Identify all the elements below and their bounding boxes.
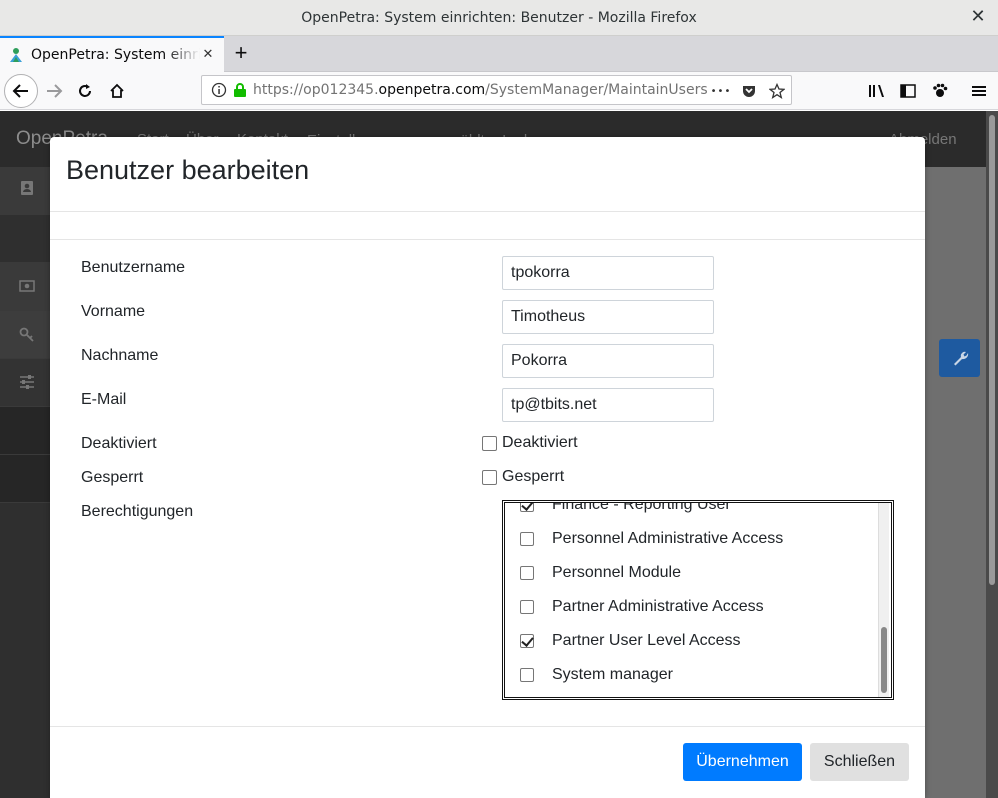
permissions-scrollbar[interactable] — [878, 503, 889, 697]
window-title: OpenPetra: System einrichten: Benutzer -… — [301, 9, 697, 26]
permission-label: Personnel Administrative Access — [552, 530, 784, 547]
app-sidebar — [0, 167, 50, 798]
permission-item[interactable]: System manager — [520, 660, 673, 690]
bookmark-star-icon[interactable] — [766, 80, 788, 102]
money-icon — [19, 280, 35, 292]
hamburger-menu-icon — [972, 86, 986, 96]
edit-user-modal: Benutzer bearbeiten Benutzername Vorname… — [50, 137, 925, 798]
firstname-label: Vorname — [81, 303, 146, 320]
email-label: E-Mail — [81, 391, 127, 408]
deactivated-label: Deaktiviert — [81, 435, 157, 452]
permission-checkbox[interactable] — [520, 668, 534, 682]
wrench-icon — [953, 351, 968, 366]
permission-item[interactable]: Partner Administrative Access — [520, 592, 764, 622]
url-text: https://op012345.openpetra.com/SystemMan… — [253, 82, 708, 98]
url-bar[interactable]: https://op012345.openpetra.com/SystemMan… — [201, 75, 792, 105]
library-button[interactable] — [862, 76, 892, 106]
tab-close-icon[interactable]: ✕ — [200, 47, 216, 63]
deactivated-checkbox[interactable] — [482, 435, 497, 451]
tab-title: OpenPetra: System einrichten: Benutzer — [31, 47, 200, 63]
info-icon[interactable] — [211, 82, 227, 98]
sidebar-item-keys[interactable] — [0, 311, 50, 359]
permission-checkbox[interactable] — [520, 503, 534, 512]
apply-button[interactable]: Übernehmen — [683, 743, 802, 781]
arrow-left-icon — [12, 84, 28, 98]
sidebar-item-finance[interactable] — [0, 263, 50, 311]
username-label: Benutzername — [81, 259, 186, 276]
page-scrollbar-thumb[interactable] — [989, 115, 995, 585]
sidebar-item-partner[interactable] — [0, 167, 50, 215]
window-titlebar: OpenPetra: System einrichten: Benutzer -… — [0, 0, 998, 36]
permission-label: Finance - Reporting User — [552, 500, 731, 513]
permission-label: Partner Administrative Access — [552, 598, 764, 615]
page-actions-icon[interactable]: ••• — [710, 80, 732, 102]
permission-item[interactable]: Partner User Level Access — [520, 626, 741, 656]
lastname-input[interactable] — [502, 344, 714, 378]
extension-button[interactable] — [925, 76, 955, 106]
modal-title: Benutzer bearbeiten — [66, 155, 310, 185]
locked-checkbox-label[interactable]: Gesperrt — [502, 468, 564, 486]
home-icon — [110, 83, 124, 98]
permission-item[interactable]: Personnel Module — [520, 558, 681, 588]
username-input[interactable] — [502, 256, 714, 290]
close-button[interactable]: Schließen — [810, 743, 909, 781]
email-input[interactable] — [502, 388, 714, 422]
sidebar-icon — [900, 84, 916, 98]
firstname-input[interactable] — [502, 300, 714, 334]
reload-button[interactable] — [70, 76, 100, 106]
permissions-label: Berechtigungen — [81, 503, 194, 520]
tab-strip: OpenPetra: System einrichten: Benutzer ✕… — [0, 36, 998, 72]
pocket-icon[interactable] — [738, 80, 760, 102]
lastname-label: Nachname — [81, 347, 159, 364]
permission-label: System manager — [552, 666, 673, 683]
address-book-icon — [21, 181, 33, 195]
home-button[interactable] — [102, 76, 132, 106]
sliders-icon — [20, 375, 34, 389]
permission-label: Partner User Level Access — [552, 632, 741, 649]
deactivated-option: Deaktiviert — [482, 434, 578, 452]
menu-button[interactable] — [964, 76, 994, 106]
lock-icon[interactable] — [233, 82, 247, 98]
sidebar-item-system[interactable] — [0, 359, 50, 407]
permission-checkbox[interactable] — [520, 634, 534, 648]
window-close-button[interactable]: ✕ — [968, 7, 988, 27]
sidebar-subitem-b[interactable] — [0, 407, 50, 455]
openpetra-favicon-icon — [10, 48, 22, 62]
library-icon — [869, 85, 884, 97]
reload-icon — [79, 84, 91, 97]
page-scrollbar[interactable] — [986, 111, 998, 798]
locked-checkbox[interactable] — [482, 469, 497, 485]
locked-option: Gesperrt — [482, 468, 564, 486]
sidebar-subitem-d[interactable] — [0, 455, 50, 503]
settings-wrench-button[interactable] — [939, 339, 980, 377]
permission-checkbox[interactable] — [520, 600, 534, 614]
permissions-list[interactable]: Finance - Reporting User Personnel Admin… — [502, 500, 894, 700]
arrow-right-icon — [47, 84, 63, 98]
permission-checkbox[interactable] — [520, 532, 534, 546]
sidebar-toggle-button[interactable] — [893, 76, 923, 106]
modal-footer-divider — [50, 726, 925, 727]
permission-label: Personnel Module — [552, 564, 681, 581]
permission-item[interactable]: Personnel Administrative Access — [520, 524, 783, 554]
modal-header-divider — [50, 211, 925, 212]
deactivated-checkbox-label[interactable]: Deaktiviert — [502, 434, 578, 452]
permissions-scrollbar-thumb[interactable] — [881, 627, 887, 693]
browser-tab-active[interactable]: OpenPetra: System einrichten: Benutzer ✕ — [0, 36, 224, 72]
paw-extension-icon — [933, 83, 948, 97]
modal-body-divider — [50, 239, 925, 240]
back-button[interactable] — [4, 74, 38, 108]
sidebar-item-blank[interactable] — [0, 215, 50, 263]
key-icon — [19, 327, 34, 342]
browser-navbar: https://op012345.openpetra.com/SystemMan… — [0, 72, 998, 110]
forward-button[interactable] — [39, 76, 69, 106]
new-tab-button[interactable]: + — [228, 40, 254, 66]
locked-label: Gesperrt — [81, 469, 144, 486]
permission-checkbox[interactable] — [520, 566, 534, 580]
permission-item[interactable]: Finance - Reporting User — [520, 500, 731, 520]
